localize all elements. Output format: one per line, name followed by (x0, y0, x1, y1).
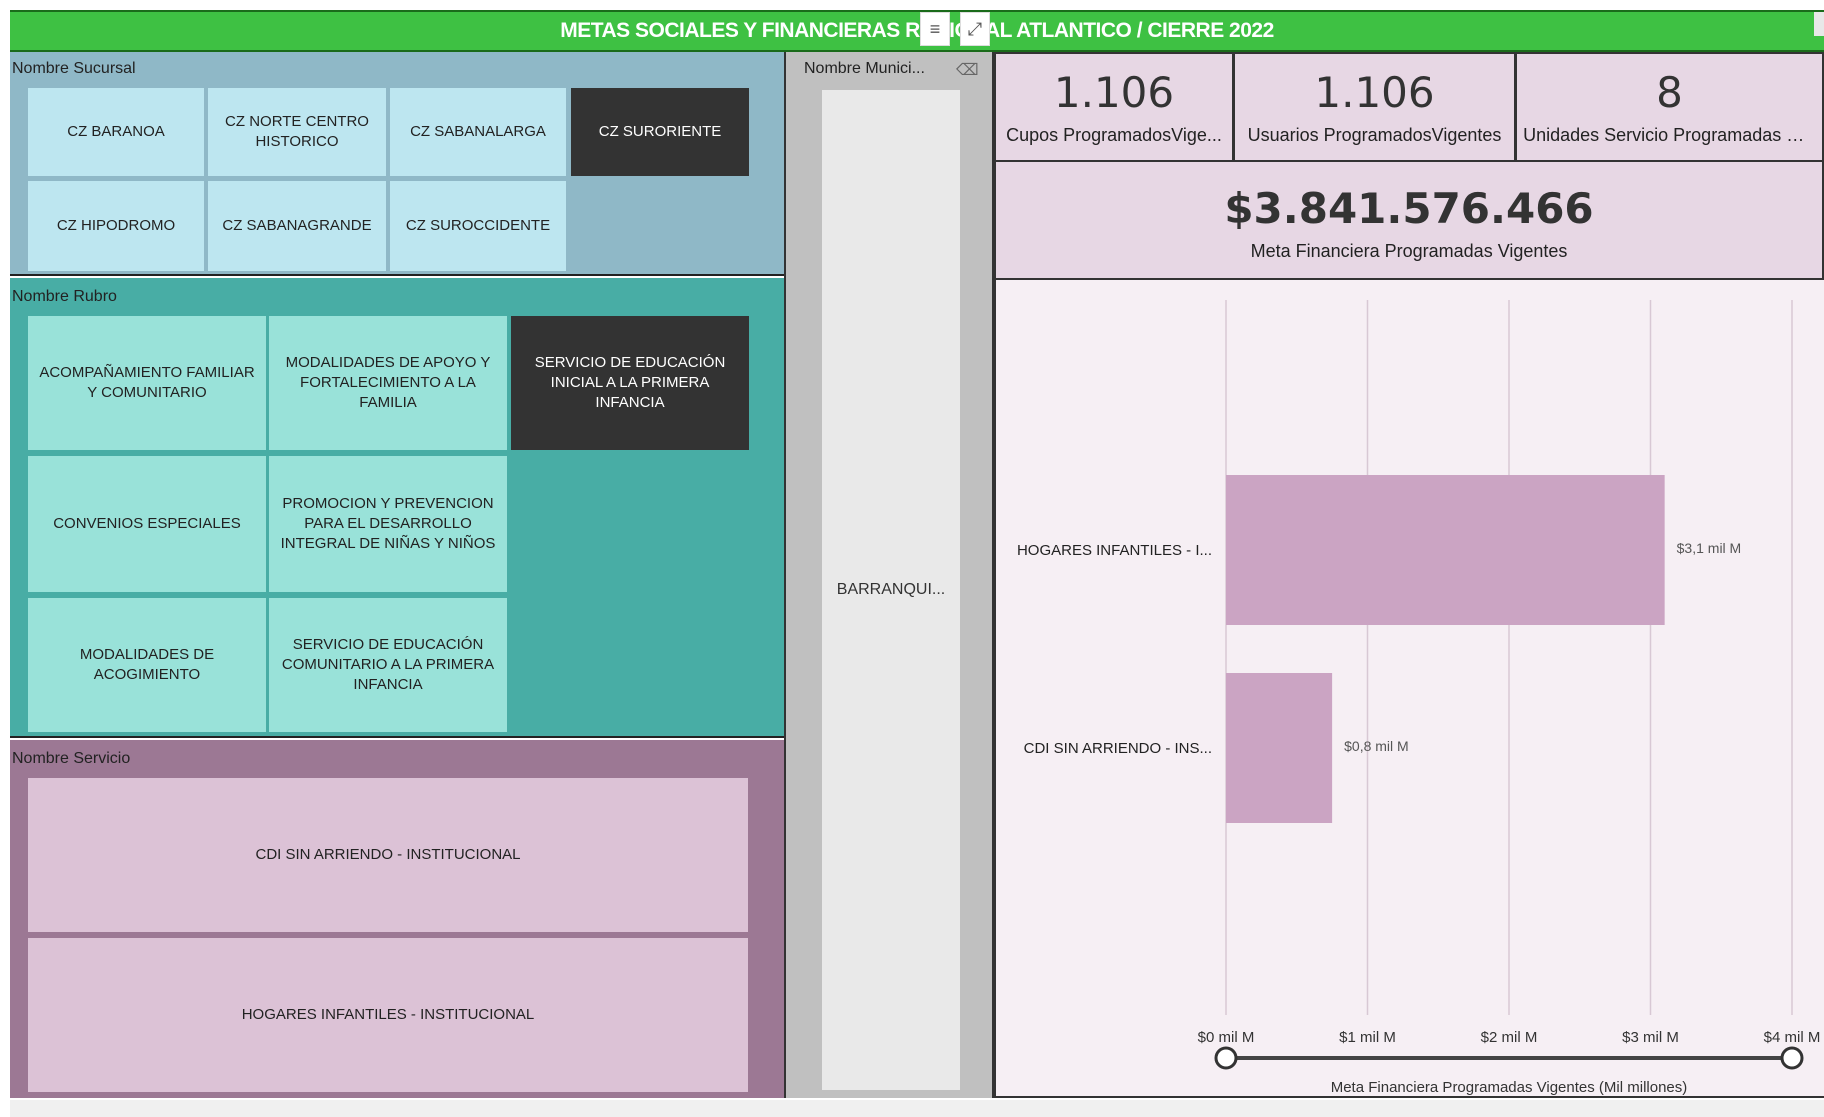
sucursal-tile-baranoa[interactable]: CZ BARANOA (28, 88, 204, 176)
tile-label: CZ SABANAGRANDE (222, 216, 372, 234)
report-title: METAS SOCIALES Y FINANCIERAS REGIONAL AT… (560, 19, 1274, 42)
rubro-tile-acompanamiento[interactable]: ACOMPAÑAMIENTO FAMILIAR Y COMUNITARIO (28, 316, 266, 450)
municipio-slicer-title: Nombre Munici... (804, 60, 925, 77)
sucursal-tile-suroccidente[interactable]: CZ SUROCCIDENTE (390, 181, 566, 271)
data-label: $0,8 mil M (1344, 738, 1409, 754)
range-slider-max-handle[interactable] (1780, 1046, 1804, 1070)
tile-label: CONVENIOS ESPECIALES (53, 514, 241, 532)
y-category-label: HOGARES INFANTILES - I... (1017, 542, 1212, 559)
rubro-slicer-title: Nombre Rubro (12, 288, 117, 305)
tile-label: PROMOCION Y PREVENCION PARA EL DESARROLL… (280, 494, 496, 553)
kpi-value: 8 (1656, 68, 1683, 117)
report-title-bar: METAS SOCIALES Y FINANCIERAS REGIONAL AT… (10, 10, 1824, 52)
rubro-tile-convenios[interactable]: CONVENIOS ESPECIALES (28, 456, 266, 592)
kpi-label: Unidades Servicio Programadas Vi... (1523, 125, 1816, 145)
bar-chart: $0 mil M $1 mil M $2 mil M $3 mil M $4 mil M… (1017, 300, 1821, 1096)
x-tick-label: $2 mil M (1481, 1029, 1538, 1046)
tile-label: SERVICIO DE EDUCACIÓN COMUNITARIO A LA P… (281, 635, 495, 694)
kpi-cupos: 1.106 Cupos ProgramadosVige... (994, 52, 1234, 162)
tile-label: SERVICIO DE EDUCACIÓN INICIAL A LA PRIME… (534, 353, 726, 412)
x-tick-label: $3 mil M (1622, 1029, 1679, 1046)
tile-label: HOGARES INFANTILES - INSTITUCIONAL (241, 1005, 535, 1023)
sucursal-tile-suroriente[interactable]: CZ SURORIENTE (571, 88, 749, 176)
sucursal-tile-hipodromo[interactable]: CZ HIPODROMO (28, 181, 204, 271)
sucursal-tile-norte-centro[interactable]: CZ NORTE CENTRO HISTORICO (208, 88, 386, 176)
kpi-unidades: 8 Unidades Servicio Programadas Vi... (1515, 52, 1824, 162)
municipio-item-barranquilla[interactable]: BARRANQUI... (822, 90, 960, 1090)
tile-label: CZ SABANALARGA (410, 122, 546, 140)
municipio-slicer: Nombre Munici... ⌫ BARRANQUI... (784, 52, 994, 1098)
range-slider-min-handle[interactable] (1214, 1046, 1238, 1070)
servicio-slicer-title: Nombre Servicio (12, 750, 131, 767)
kpi-value: 1.106 (1314, 68, 1435, 117)
tile-label: CZ SURORIENTE (598, 122, 722, 140)
meta-financiera-card: $3.841.576.466 Meta Financiera Programad… (994, 162, 1824, 280)
x-tick-label: $4 mil M (1764, 1029, 1821, 1046)
rubro-tile-promocion[interactable]: PROMOCION Y PREVENCION PARA EL DESARROLL… (269, 456, 507, 592)
rubro-tile-acogimiento[interactable]: MODALIDADES DE ACOGIMIENTO (28, 598, 266, 732)
sucursal-slicer: Nombre Sucursal CZ BARANOA CZ NORTE CENT… (10, 52, 784, 276)
rubro-tile-educacion-inicial[interactable]: SERVICIO DE EDUCACIÓN INICIAL A LA PRIME… (511, 316, 749, 450)
servicio-tile-cdi[interactable]: CDI SIN ARRIENDO - INSTITUCIONAL (28, 778, 748, 932)
sucursal-tile-sabanagrande[interactable]: CZ SABANAGRANDE (208, 181, 386, 271)
sucursal-tile-sabanalarga[interactable]: CZ SABANALARGA (390, 88, 566, 176)
x-axis-title: Meta Financiera Programadas Vigentes (Mi… (1331, 1079, 1688, 1096)
servicio-slicer: Nombre Servicio CDI SIN ARRIENDO - INSTI… (10, 740, 784, 1098)
tile-label: CZ BARANOA (67, 122, 165, 140)
tile-label: BARRANQUI... (836, 581, 946, 598)
tile-label: ACOMPAÑAMIENTO FAMILIAR Y COMUNITARIO (39, 363, 255, 401)
rubro-tile-educacion-comunitario[interactable]: SERVICIO DE EDUCACIÓN COMUNITARIO A LA P… (269, 598, 507, 732)
tile-label: CZ NORTE CENTRO HISTORICO (225, 112, 369, 150)
meta-financiera-value: $3.841.576.466 (1224, 184, 1594, 233)
bar-chart-panel: $0 mil M $1 mil M $2 mil M $3 mil M $4 mil M… (994, 280, 1824, 1098)
x-tick-label: $0 mil M (1198, 1029, 1255, 1046)
kpi-usuarios: 1.106 Usuarios ProgramadosVigentes (1233, 52, 1516, 162)
rubro-slicer: Nombre Rubro ACOMPAÑAMIENTO FAMILIAR Y C… (10, 278, 784, 738)
servicio-tile-hogares[interactable]: HOGARES INFANTILES - INSTITUCIONAL (28, 938, 748, 1092)
tile-label: CZ SUROCCIDENTE (405, 216, 551, 234)
kpi-label: Cupos ProgramadosVige... (1006, 125, 1222, 145)
bar[interactable] (1226, 475, 1665, 625)
tile-label: MODALIDADES DE APOYO Y FORTALECIMIENTO A… (285, 353, 491, 412)
filter-icon[interactable]: ≡ (920, 12, 950, 46)
meta-financiera-label: Meta Financiera Programadas Vigentes (1250, 241, 1568, 261)
page-footer-strip (10, 1100, 1824, 1117)
x-tick-label: $1 mil M (1339, 1029, 1396, 1046)
bar[interactable] (1226, 673, 1333, 823)
y-category-label: CDI SIN ARRIENDO - INS... (1024, 740, 1212, 757)
tile-label: CZ HIPODROMO (56, 216, 176, 234)
data-label: $3,1 mil M (1677, 540, 1742, 556)
rubro-tile-modalidades-apoyo[interactable]: MODALIDADES DE APOYO Y FORTALECIMIENTO A… (269, 316, 507, 450)
title-bar-edge (1814, 12, 1824, 36)
tile-label: MODALIDADES DE ACOGIMIENTO (79, 645, 215, 683)
focus-mode-icon[interactable]: ⤢ (960, 12, 990, 46)
kpi-label: Usuarios ProgramadosVigentes (1247, 125, 1502, 145)
eraser-icon[interactable]: ⌫ (956, 60, 979, 80)
kpi-value: 1.106 (1053, 68, 1175, 117)
tile-label: CDI SIN ARRIENDO - INSTITUCIONAL (255, 845, 521, 863)
sucursal-slicer-title: Nombre Sucursal (12, 60, 136, 77)
